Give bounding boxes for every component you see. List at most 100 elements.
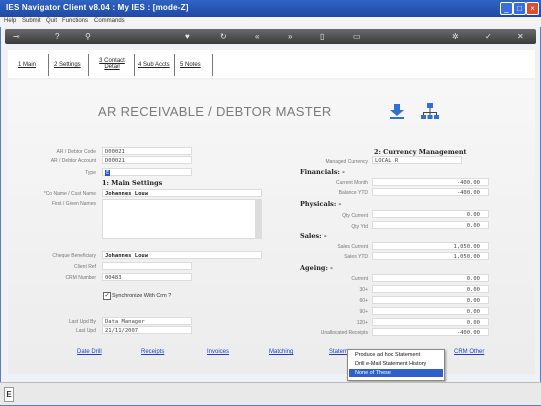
qty-current-label: Qty Current xyxy=(342,213,368,219)
first-names-field[interactable] xyxy=(102,199,262,239)
type-field[interactable]: E xyxy=(102,168,192,176)
heart-icon[interactable]: ♥ xyxy=(185,31,190,42)
ageing-current-field[interactable]: 0.00 xyxy=(372,274,489,282)
current-month-field[interactable]: -400.00 xyxy=(372,178,489,186)
page-title: AR RECEIVABLE / DEBTOR MASTER xyxy=(98,104,332,119)
current-month-label: Current Month xyxy=(336,180,368,186)
debtor-account-field[interactable]: D00021 xyxy=(102,156,192,164)
menu-item-email-history[interactable]: Drill e-Mail Statement History xyxy=(349,360,443,368)
search-icon[interactable]: ⚲ xyxy=(85,31,91,42)
qty-ytd-label: Qty Ytd xyxy=(351,224,368,230)
app-icon: E xyxy=(4,387,14,402)
debtor-code-label: AR / Debtor Code xyxy=(56,149,96,155)
sales-ytd-label: Sales YTD xyxy=(344,254,368,260)
tab-sub-accts[interactable]: 4 Sub Accts xyxy=(138,62,170,68)
download-icon[interactable] xyxy=(388,102,406,120)
balance-ytd-label: Balance YTD xyxy=(338,190,368,196)
receipts-link[interactable]: Receipts xyxy=(141,349,164,355)
ageing-60-field[interactable]: 0.00 xyxy=(372,296,489,304)
financials-heading: Financials: - xyxy=(300,168,345,176)
statement-context-menu: Produce ad hoc Statement Drill e-Mail St… xyxy=(347,349,445,381)
sales-heading: Sales: - xyxy=(300,232,327,240)
cheque-beneficiary-label: Cheque Beneficiary xyxy=(52,253,96,259)
client-ref-field[interactable] xyxy=(102,262,192,270)
tab-main[interactable]: 1 Main xyxy=(18,62,36,68)
scrollbar[interactable] xyxy=(255,200,261,238)
menu-submit[interactable]: Submit xyxy=(22,18,41,24)
crm-number-label: CRM Number xyxy=(65,275,96,281)
settings-icon[interactable]: ✲ xyxy=(452,31,459,42)
tab-divider xyxy=(212,54,213,76)
ageing-30-label: 30+ xyxy=(359,287,368,293)
tab-contact-detail[interactable]: 3 Contact Detail xyxy=(92,58,132,70)
next-icon[interactable]: » xyxy=(288,31,292,42)
qty-current-field[interactable]: 0.00 xyxy=(372,210,489,218)
managed-currency-field[interactable]: LOCAL R xyxy=(372,156,462,164)
menu-bar: Help Submit Quit Functions Commands xyxy=(0,17,541,27)
managed-currency-label: Managed Currency xyxy=(325,159,368,165)
menu-item-none[interactable]: None of These xyxy=(349,369,443,377)
menu-help[interactable]: Help xyxy=(4,18,16,24)
close-button[interactable]: × xyxy=(526,2,539,15)
unallocated-receipts-field[interactable]: -400.00 xyxy=(372,328,489,336)
matching-link[interactable]: Matching xyxy=(269,349,293,355)
minimize-button[interactable]: _ xyxy=(500,2,513,15)
ageing-30-field[interactable]: 0.00 xyxy=(372,285,489,293)
date-drill-link[interactable]: Date Drill xyxy=(77,349,102,355)
maximize-button[interactable]: □ xyxy=(513,2,526,15)
hierarchy-icon[interactable] xyxy=(420,102,440,122)
status-bar: E xyxy=(0,382,541,405)
last-upd-by-field[interactable]: Data Manager xyxy=(102,317,192,325)
qty-ytd-field[interactable]: 0.00 xyxy=(372,221,489,229)
co-name-label: *Co Name / Cust Name xyxy=(43,191,96,197)
ageing-120-field[interactable]: 0.00 xyxy=(372,318,489,326)
cancel-icon[interactable]: ✕ xyxy=(517,31,524,42)
check-icon[interactable]: ✓ xyxy=(485,31,492,42)
ageing-120-label: 120+ xyxy=(356,320,368,326)
menu-quit[interactable]: Quit xyxy=(46,18,57,24)
ageing-current-label: Current xyxy=(351,276,368,282)
menu-functions[interactable]: Functions xyxy=(62,18,88,24)
statement-link[interactable]: Statem xyxy=(329,349,348,355)
sales-current-label: Sales Current xyxy=(337,244,368,250)
sync-crm-label: Synchronize With Crm ? xyxy=(112,293,172,299)
refresh-icon[interactable]: ↻ xyxy=(220,31,227,42)
main-settings-heading: 1: Main Settings xyxy=(102,179,163,187)
debtor-code-field[interactable]: D00021 xyxy=(102,147,192,155)
client-ref-label: Client Ref xyxy=(74,264,96,270)
tab-notes[interactable]: 5 Notes xyxy=(180,62,201,68)
debtor-account-label: AR / Debtor Account xyxy=(50,158,96,164)
balance-ytd-field[interactable]: -400.00 xyxy=(372,188,489,196)
title-bar: IES Navigator Client v8.04 : My IES : [m… xyxy=(0,0,541,17)
ageing-90-field[interactable]: 0.00 xyxy=(372,307,489,315)
last-upd-field[interactable]: 21/11/2007 xyxy=(102,326,192,334)
co-name-field[interactable]: Johannes Louw xyxy=(102,189,262,197)
clipboard-icon[interactable]: ▭ xyxy=(353,31,361,42)
physicals-heading: Physicals: - xyxy=(300,200,342,208)
tab-divider xyxy=(174,54,175,76)
menu-item-adhoc-statement[interactable]: Produce ad hoc Statement xyxy=(349,351,443,359)
ageing-heading: Ageing: - xyxy=(300,264,333,272)
tab-strip: 1 Main 2 Settings 3 Contact Detail 4 Sub… xyxy=(8,50,535,78)
cheque-beneficiary-field[interactable]: Johannes Louw xyxy=(102,251,262,259)
tab-settings[interactable]: 2 Settings xyxy=(54,62,81,68)
type-value: E xyxy=(105,170,111,176)
ageing-90-label: 90+ xyxy=(359,309,368,315)
menu-commands[interactable]: Commands xyxy=(94,18,125,24)
crm-number-field[interactable]: 00483 xyxy=(102,273,192,281)
document-icon[interactable]: ▯ xyxy=(320,31,324,42)
sync-crm-checkbox[interactable]: ✓ xyxy=(103,292,111,300)
tab-divider xyxy=(134,54,135,76)
sales-current-field[interactable]: 1,050.00 xyxy=(372,242,489,250)
tab-divider xyxy=(48,54,49,76)
unallocated-receipts-label: Unallocated Receipts xyxy=(320,330,368,336)
window-title: IES Navigator Client v8.04 : My IES : [m… xyxy=(6,3,189,12)
last-upd-by-label: Last Upd By xyxy=(68,319,96,325)
help-icon[interactable]: ? xyxy=(55,31,59,42)
sales-ytd-field[interactable]: 1,050.00 xyxy=(372,252,489,260)
previous-icon[interactable]: « xyxy=(255,31,259,42)
first-names-label: First / Given Names xyxy=(51,201,96,207)
invoices-link[interactable]: Invoices xyxy=(207,349,229,355)
crm-other-link[interactable]: CRM Other xyxy=(454,349,484,355)
key-icon[interactable]: ⊸ xyxy=(13,31,20,42)
